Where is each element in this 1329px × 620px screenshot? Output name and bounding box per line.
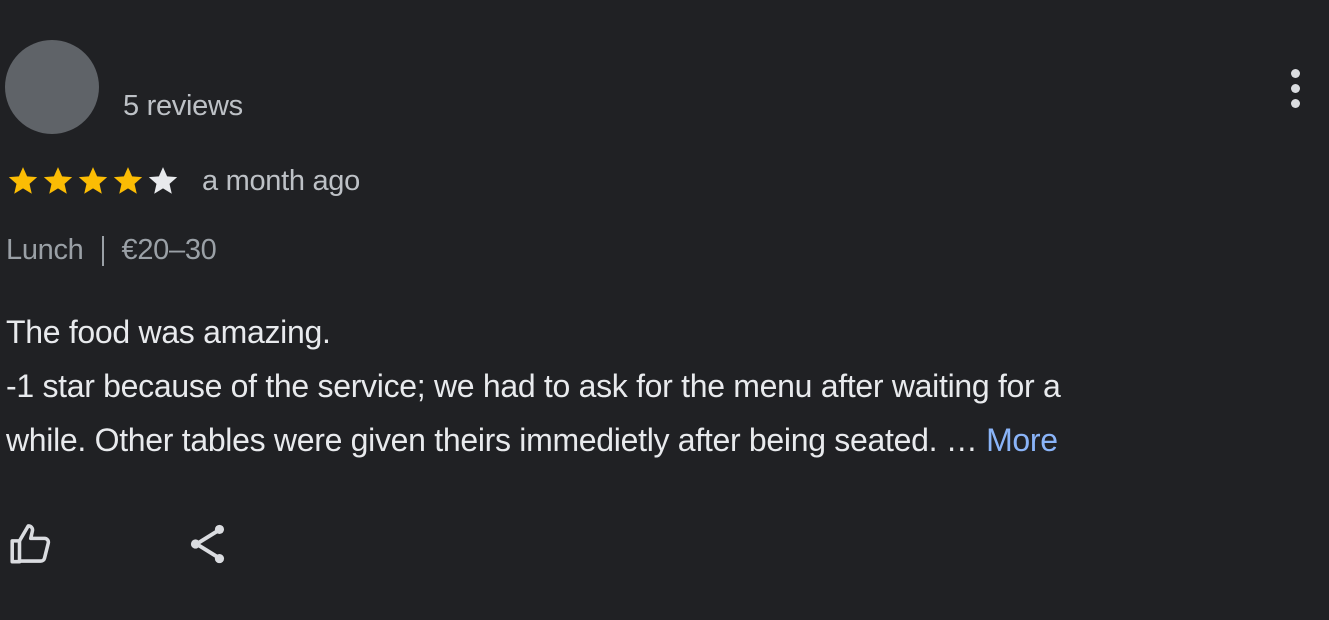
star-filled-icon [6, 164, 40, 198]
meal-type: Lunch [6, 234, 84, 266]
star-filled-icon [111, 164, 145, 198]
thumbs-up-icon [10, 524, 51, 564]
review-line: The food was amazing. [6, 314, 331, 350]
rating-row: a month ago [6, 160, 360, 202]
star-rating [6, 164, 180, 198]
star-filled-icon [41, 164, 75, 198]
review-date: a month ago [202, 164, 360, 197]
review-card: 5 reviews a month ago Lunch €20–30 The f… [0, 0, 1329, 620]
review-text: The food was amazing. -1 star because of… [6, 305, 1306, 467]
price-range: €20–30 [121, 234, 217, 266]
meta-divider [101, 235, 104, 266]
review-line: -1 star because of the service; we had t… [6, 368, 1061, 404]
share-button[interactable] [182, 518, 234, 570]
review-meta: Lunch €20–30 [6, 234, 217, 267]
more-vert-icon [1290, 68, 1300, 78]
more-vert-icon-dot [1290, 98, 1300, 108]
more-options-button[interactable] [1277, 62, 1313, 114]
review-line-last: while. Other tables were given theirs im… [6, 413, 1306, 467]
share-icon [190, 524, 225, 564]
star-empty-icon [146, 164, 180, 198]
like-button[interactable] [6, 518, 58, 570]
review-count[interactable]: 5 reviews [123, 90, 243, 123]
star-filled-icon [76, 164, 110, 198]
more-vert-icon-dot [1290, 83, 1300, 93]
review-line: while. Other tables were given theirs im… [6, 422, 978, 458]
more-link[interactable]: More [986, 422, 1058, 458]
review-actions [6, 518, 234, 570]
avatar[interactable] [5, 40, 99, 134]
